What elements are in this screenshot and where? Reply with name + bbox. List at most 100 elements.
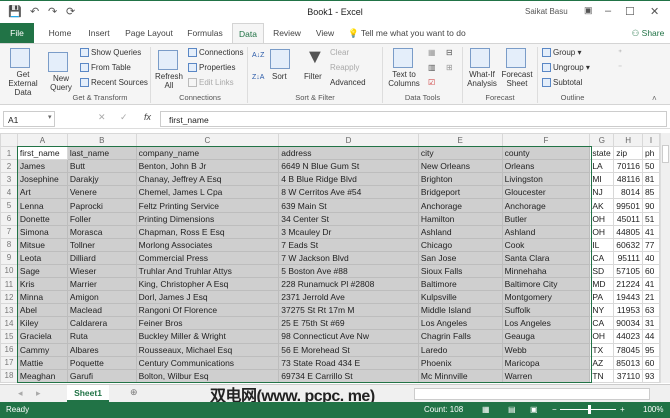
row-header[interactable]: 15 — [0, 329, 18, 344]
cell-c12[interactable]: Dorl, James J Esq — [135, 290, 280, 305]
cell-f18[interactable]: Warren — [501, 368, 591, 383]
cell-d6[interactable]: 34 Center St — [278, 211, 419, 226]
row-header[interactable]: 13 — [0, 303, 18, 318]
cell-d1[interactable]: address — [278, 146, 419, 161]
share-button[interactable]: ⚇ Share — [628, 23, 668, 43]
row-header[interactable]: 18 — [0, 368, 18, 383]
cell-d3[interactable]: 4 B Blue Ridge Blvd — [278, 172, 419, 187]
cell-a12[interactable]: Minna — [16, 290, 68, 305]
cell-a5[interactable]: Lenna — [16, 198, 68, 213]
cell-e14[interactable]: Los Angeles — [417, 316, 503, 331]
cell-a4[interactable]: Art — [16, 185, 68, 200]
cell-f5[interactable]: Anchorage — [501, 198, 591, 213]
remove-duplicates-icon[interactable]: ▥ — [428, 63, 436, 72]
horizontal-scrollbar[interactable] — [414, 388, 650, 400]
cell-h13[interactable]: 11953 — [613, 303, 643, 318]
edit-links-button[interactable]: Edit Links — [188, 78, 234, 88]
cell-e10[interactable]: Sioux Falls — [417, 263, 503, 279]
cell-e2[interactable]: New Orleans — [417, 159, 503, 174]
minimize-button[interactable]: – — [605, 5, 611, 17]
show-queries-button[interactable]: Show Queries — [80, 48, 141, 58]
column-header-i[interactable]: I — [641, 133, 660, 148]
from-table-button[interactable]: From Table — [80, 63, 131, 73]
column-header-f[interactable]: F — [501, 133, 591, 148]
cancel-icon[interactable]: ✕ — [98, 112, 106, 123]
cell-i14[interactable]: 31 — [641, 316, 660, 331]
cell-f2[interactable]: Orleans — [501, 159, 591, 174]
cell-h3[interactable]: 48116 — [613, 172, 643, 187]
subtotal-button[interactable]: Subtotal — [542, 78, 582, 88]
sort-az-icon[interactable]: A↓Z — [252, 52, 264, 59]
cell-a1[interactable]: first_name — [16, 146, 68, 161]
refresh-all-button[interactable]: Refresh All — [154, 72, 184, 90]
cell-g2[interactable]: LA — [589, 159, 615, 174]
tab-insert[interactable]: Insert — [84, 23, 114, 43]
cell-f9[interactable]: Santa Clara — [501, 250, 591, 265]
cell-i16[interactable]: 95 — [641, 342, 660, 357]
tab-review[interactable]: Review — [270, 23, 304, 43]
cell-i1[interactable]: ph — [641, 146, 660, 161]
row-header[interactable]: 12 — [0, 290, 18, 305]
ribbon-display-icon[interactable]: ▣ — [584, 5, 593, 16]
collapse-ribbon-icon[interactable]: ˄ — [652, 94, 657, 103]
cell-c18[interactable]: Bolton, Wilbur Esq — [135, 368, 280, 383]
sort-button[interactable]: Sort — [272, 72, 287, 81]
clear-button[interactable]: Clear — [330, 48, 349, 57]
cell-b12[interactable]: Amigon — [66, 290, 137, 305]
cell-g14[interactable]: CA — [589, 316, 615, 331]
cell-b14[interactable]: Caldarera — [66, 316, 137, 331]
cell-h17[interactable]: 85013 — [613, 355, 643, 370]
cell-a16[interactable]: Cammy — [16, 342, 68, 357]
cell-c11[interactable]: King, Christopher A Esq — [135, 277, 280, 292]
cell-f16[interactable]: Webb — [501, 342, 591, 357]
row-header[interactable]: 4 — [0, 185, 18, 200]
cell-d7[interactable]: 3 Mcauley Dr — [278, 224, 419, 239]
cell-d18[interactable]: 69734 E Carrillo St — [278, 368, 419, 383]
cell-c7[interactable]: Chapman, Ross E Esq — [135, 224, 280, 239]
row-header[interactable]: 5 — [0, 198, 18, 213]
cell-h4[interactable]: 8014 — [613, 185, 643, 200]
cell-a3[interactable]: Josephine — [16, 172, 68, 187]
cell-d11[interactable]: 228 Runamuck Pl #2808 — [278, 277, 419, 292]
cell-f17[interactable]: Maricopa — [501, 355, 591, 370]
cell-f14[interactable]: Los Angeles — [501, 316, 591, 331]
select-all-corner[interactable] — [0, 133, 18, 148]
cell-d4[interactable]: 8 W Cerritos Ave #54 — [278, 185, 419, 200]
cell-e16[interactable]: Laredo — [417, 342, 503, 357]
column-header-a[interactable]: A — [16, 133, 68, 148]
cell-g11[interactable]: MD — [589, 277, 615, 292]
tab-data[interactable]: Data — [232, 23, 264, 43]
row-header[interactable]: 11 — [0, 277, 18, 292]
cell-f4[interactable]: Gloucester — [501, 185, 591, 200]
cell-c15[interactable]: Buckley Miller & Wright — [135, 329, 280, 344]
cell-h2[interactable]: 70116 — [613, 159, 643, 174]
column-header-d[interactable]: D — [278, 133, 419, 148]
flash-fill-icon[interactable]: ▦ — [428, 48, 436, 57]
cell-d9[interactable]: 7 W Jackson Blvd — [278, 250, 419, 265]
tab-page-layout[interactable]: Page Layout — [122, 23, 176, 43]
what-if-analysis-button[interactable]: What-If Analysis — [464, 70, 500, 88]
new-query-button[interactable]: New Query — [48, 74, 74, 92]
cell-f15[interactable]: Geauga — [501, 329, 591, 344]
cell-d15[interactable]: 98 Connecticut Ave Nw — [278, 329, 419, 344]
column-header-b[interactable]: B — [66, 133, 137, 148]
cell-i10[interactable]: 60 — [641, 263, 660, 279]
cell-c5[interactable]: Feltz Printing Service — [135, 198, 280, 213]
cell-i18[interactable]: 93 — [641, 368, 660, 383]
cell-b8[interactable]: Tollner — [66, 237, 137, 252]
cell-d17[interactable]: 73 State Road 434 E — [278, 355, 419, 370]
cell-d13[interactable]: 37275 St Rt 17m M — [278, 303, 419, 318]
cell-h11[interactable]: 21224 — [613, 277, 643, 292]
cell-a6[interactable]: Donette — [16, 211, 68, 226]
vertical-scrollbar[interactable] — [660, 133, 670, 383]
cell-h6[interactable]: 45011 — [613, 211, 643, 226]
cell-b6[interactable]: Foller — [66, 211, 137, 226]
zoom-out-button[interactable]: − — [552, 405, 557, 414]
cell-b11[interactable]: Marrier — [66, 277, 137, 292]
cell-h12[interactable]: 19443 — [613, 290, 643, 305]
cell-h5[interactable]: 99501 — [613, 198, 643, 213]
row-header[interactable]: 9 — [0, 250, 18, 265]
formula-input[interactable]: first_name — [160, 111, 667, 127]
cell-b16[interactable]: Albares — [66, 342, 137, 357]
cell-i4[interactable]: 85 — [641, 185, 660, 200]
